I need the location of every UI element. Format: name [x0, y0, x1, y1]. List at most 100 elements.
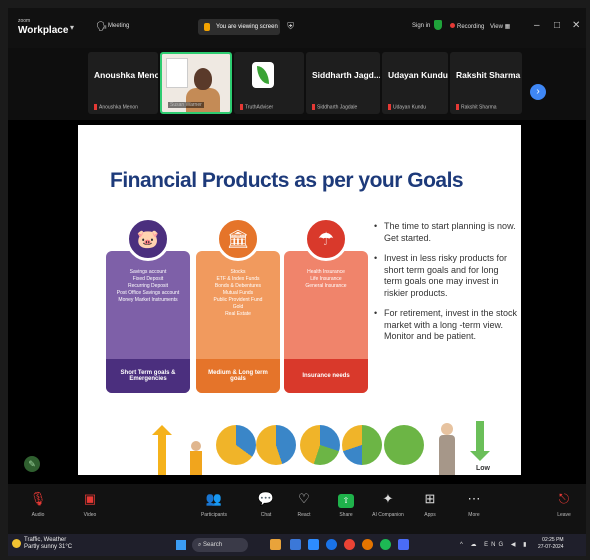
- participant-tile[interactable]: Rakshit Sharma Rakshit Sharma: [450, 52, 522, 114]
- video-label: Video: [83, 512, 97, 518]
- react-icon: ♡: [298, 491, 310, 506]
- clock[interactable]: 02:25 PM 27-07-2024: [538, 537, 564, 551]
- goal-card-footer: Medium & Long term goals: [196, 359, 280, 393]
- arrow-up-icon: [152, 425, 172, 475]
- asset-allocation-pie: [384, 425, 424, 465]
- record-dot-icon: [450, 23, 455, 28]
- chat-bubble-icon[interactable]: ✎: [24, 456, 40, 472]
- audio-label: Audio: [31, 512, 45, 518]
- participant-tile[interactable]: Anoushka Menon Anoushka Menon: [88, 52, 158, 114]
- goal-card: 🏛 Stocks ETF & Index Funds Bonds & Debentur…: [196, 217, 280, 393]
- date: 27-07-2024: [538, 544, 564, 550]
- whiteboard-graphic: [166, 58, 188, 88]
- sign-in-link[interactable]: Sign in: [412, 23, 430, 29]
- next-participants-button[interactable]: ›: [530, 84, 546, 100]
- participant-label: Susan Warner: [168, 102, 204, 108]
- muted-mic-icon: [388, 103, 391, 110]
- view-options-pill[interactable]: You are viewing screen ⛨: [198, 19, 294, 35]
- ai-companion-label: AI Companion: [372, 512, 404, 518]
- participants-label: Participants: [200, 512, 228, 518]
- avatar: [252, 62, 274, 88]
- windows-start-icon[interactable]: [176, 540, 186, 550]
- app-icon[interactable]: [380, 539, 391, 550]
- chevron-down-icon[interactable]: ▾: [70, 23, 74, 32]
- close-icon[interactable]: ✕: [572, 20, 580, 31]
- recording-indicator[interactable]: Recording: [450, 23, 484, 30]
- share-status-text: You are viewing screen: [216, 24, 278, 30]
- participant-strip: Anoushka Menon Anoushka Menon Susan Warn…: [8, 48, 586, 120]
- share-screen-icon: [204, 23, 210, 31]
- video-button[interactable]: ▣ Video: [68, 490, 112, 518]
- participant-tile-active-speaker[interactable]: Susan Warner: [160, 52, 232, 114]
- zoom-logo: zoom Workplace: [18, 17, 68, 36]
- time: 02:25 PM: [542, 537, 564, 543]
- presenter-head: [194, 68, 212, 90]
- app-icon[interactable]: [290, 539, 301, 550]
- bullet-item: For retirement, invest in the stock mark…: [374, 308, 519, 343]
- zoom-app-icon[interactable]: [308, 539, 319, 550]
- ai-companion-icon: ✦: [382, 491, 394, 506]
- participant-name: Siddharth Jagd...: [312, 70, 380, 80]
- more-label: More: [468, 512, 480, 518]
- apps-label: Apps: [424, 512, 436, 518]
- share-icon: ⇧: [324, 490, 368, 508]
- bank-icon: 🏛: [216, 217, 260, 261]
- apps-button[interactable]: ⊞ Apps: [408, 490, 452, 518]
- share-button[interactable]: ⇧ Share: [324, 490, 368, 518]
- participant-tile[interactable]: Siddharth Jagd... Siddharth Jagdale: [306, 52, 380, 114]
- participant-name: Udayan Kundu: [388, 70, 448, 80]
- app-icon[interactable]: [398, 539, 409, 550]
- minimize-icon[interactable]: –: [534, 20, 540, 31]
- audio-icon: 🎙: [29, 491, 47, 506]
- participant-name: Rakshit Sharma: [456, 70, 521, 80]
- file-explorer-icon[interactable]: [270, 539, 281, 550]
- participants-icon: 👥: [205, 491, 223, 506]
- react-label: React: [297, 512, 311, 518]
- participant-name: Anoushka Menon: [94, 70, 158, 80]
- meeting-icon: 🗣: [96, 21, 108, 31]
- view-label: View: [490, 24, 503, 30]
- leave-label: Leave: [557, 512, 571, 518]
- shared-screen-slide: Financial Products as per your Goals 🐷 Sa…: [78, 125, 521, 475]
- asset-allocation-pie: [342, 425, 382, 465]
- goal-card-footer: Short Term goals & Emergencies: [106, 359, 190, 393]
- insurance-icon: ☂: [304, 217, 348, 261]
- weather-widget[interactable]: Traffic, Weather Partly sunny 31°C: [12, 537, 73, 551]
- taskbar-search[interactable]: ⌕ Search: [192, 538, 248, 552]
- participant-tile[interactable]: TruthAdviser: [234, 52, 304, 114]
- recording-label: Recording: [457, 24, 485, 30]
- meeting-label[interactable]: Meeting: [108, 23, 129, 29]
- goal-card-products: Savings account Fixed Deposit Recurring De…: [116, 269, 180, 303]
- participant-label: Udayan Kundu: [388, 103, 426, 110]
- more-button[interactable]: ⋯ More: [452, 490, 496, 518]
- participant-label: Siddharth Jagdale: [312, 103, 357, 110]
- weather-line-2: Partly sunny 31°C: [24, 544, 73, 550]
- ai-companion-button[interactable]: ✦ AI Companion: [366, 490, 410, 518]
- leave-button[interactable]: ⎋ Leave: [542, 490, 586, 518]
- edge-browser-icon[interactable]: [326, 539, 337, 550]
- shield-icon[interactable]: ⛨: [287, 21, 294, 32]
- goal-card-products: Stocks ETF & Index Funds Bonds & Debenture…: [213, 269, 263, 317]
- participant-label: TruthAdviser: [240, 103, 273, 110]
- search-label: Search: [203, 542, 223, 548]
- react-button[interactable]: ♡ React: [282, 490, 326, 518]
- weather-line-1: Traffic, Weather: [24, 537, 67, 543]
- participant-label: Rakshit Sharma: [456, 103, 497, 110]
- participant-tile[interactable]: Udayan Kundu Udayan Kundu: [382, 52, 448, 114]
- zoom-window: zoom Workplace ▾ 🗣 Meeting You are viewi…: [8, 8, 586, 556]
- arrow-down-icon: [470, 421, 490, 461]
- participant-label: Anoushka Menon: [94, 103, 138, 110]
- app-icon[interactable]: [362, 539, 373, 550]
- muted-mic-icon: [94, 103, 97, 110]
- participants-button[interactable]: 👥 Participants: [192, 490, 236, 518]
- maximize-icon[interactable]: □: [554, 20, 560, 31]
- more-icon: ⋯: [467, 491, 481, 506]
- risk-low-label: Low: [476, 465, 490, 472]
- system-tray[interactable]: ^ ☁ ENG ◀ ▮: [460, 541, 529, 548]
- goal-card: ☂ Health Insurance Life Insurance General I…: [284, 217, 368, 393]
- audio-button[interactable]: 🎙 Audio: [16, 490, 60, 518]
- view-button[interactable]: View ▦: [490, 23, 510, 30]
- chrome-browser-icon[interactable]: [344, 539, 355, 550]
- security-shield-icon[interactable]: [434, 20, 442, 30]
- muted-mic-icon: [456, 103, 459, 110]
